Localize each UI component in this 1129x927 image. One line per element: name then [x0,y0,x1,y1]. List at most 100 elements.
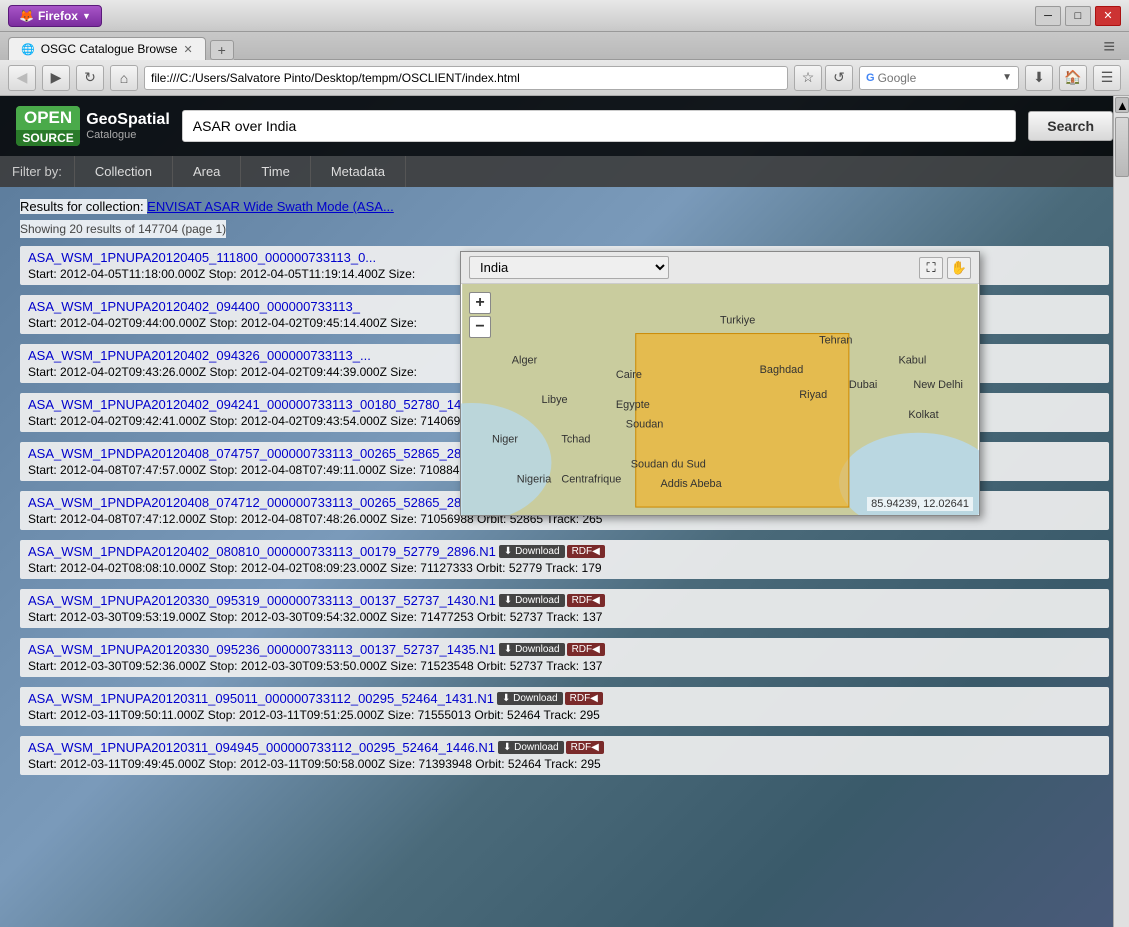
map-icon-controls: ⛶ ✋ [919,257,971,279]
size-label: Size: [389,267,416,281]
download-badge-10[interactable]: ⬇ Download [497,692,563,705]
map-zoom-in-button[interactable]: + [469,292,491,314]
result-link-1[interactable]: ASA_WSM_1PNUPA20120405_111800_0000007331… [28,250,376,265]
tab-favicon: 🌐 [21,43,35,56]
svg-text:Soudan: Soudan [626,419,664,431]
svg-text:Addis Abeba: Addis Abeba [661,478,723,490]
stop-label: Stop: [209,267,240,281]
result-link-7[interactable]: ASA_WSM_1PNDPA20120402_080810_0000007331… [28,544,496,559]
download-badge-7[interactable]: ⬇ Download [499,545,565,558]
svg-text:Egypte: Egypte [616,399,650,411]
map-zoom-out-button[interactable]: − [469,316,491,338]
collection-link[interactable]: ENVISAT ASAR Wide Swath Mode (ASA... [147,199,394,214]
firefox-logo: 🦊 [19,9,34,23]
reload-button[interactable]: ↻ [76,65,104,91]
rdf-badge-10[interactable]: RDF◀ [565,692,603,705]
home-button[interactable]: ⌂ [110,65,138,91]
refresh-button[interactable]: ↺ [825,65,853,91]
stop-label-2: Stop: [209,316,240,330]
menu-button[interactable]: ☰ [1093,65,1121,91]
result-link-8[interactable]: ASA_WSM_1PNUPA20120330_095319_0000007331… [28,593,496,608]
result-link-2[interactable]: ASA_WSM_1PNUPA20120402_094400_0000007331… [28,299,360,314]
svg-text:Tehran: Tehran [819,334,852,346]
downloads-button[interactable]: ⬇ [1025,65,1053,91]
site-header: OPEN SOURCE GeoSpatial Catalogue Search [0,96,1129,156]
result-link-6[interactable]: ASA_WSM_1PNDPA20120408_074712_0000007331… [28,495,496,510]
map-header: India ⛶ ✋ [461,252,979,284]
svg-text:Caire: Caire [616,369,642,381]
google-icon: G [866,72,875,84]
result-link-4[interactable]: ASA_WSM_1PNUPA20120402_094241_0000007331… [28,397,496,412]
map-fullscreen-button[interactable]: ⛶ [919,257,943,279]
svg-text:Tchad: Tchad [561,434,590,446]
result-link-9[interactable]: ASA_WSM_1PNUPA20120330_095236_0000007331… [28,642,496,657]
scroll-up-button[interactable]: ▲ [1115,97,1129,113]
tab-list-button[interactable]: ≡ [1097,36,1121,60]
browser-search-input[interactable] [878,71,1003,85]
svg-text:Baghdad: Baghdad [760,364,804,376]
firefox-menu-button[interactable]: 🦊 Firefox ▼ [8,5,102,27]
svg-text:Soudan du Sud: Soudan du Sud [631,458,706,470]
filter-area-tab[interactable]: Area [173,156,241,187]
download-badge-8[interactable]: ⬇ Download [499,594,565,607]
result-link-10[interactable]: ASA_WSM_1PNUPA20120311_095011_0000007331… [28,691,494,706]
bookmark-button[interactable]: ☆ [794,65,822,91]
map-svg: Turkiye Tehran Baghdad Riyad Dubai Kabul… [461,284,979,515]
page: OPEN SOURCE GeoSpatial Catalogue Search … [0,96,1129,927]
main-search-input[interactable] [182,110,1017,142]
main-search-button[interactable]: Search [1028,111,1113,141]
map-overlay: India ⛶ ✋ [460,251,980,516]
results-prefix: Results for collection: [20,199,147,214]
filter-collection-tab[interactable]: Collection [75,156,173,187]
download-badge-9[interactable]: ⬇ Download [499,643,565,656]
result-meta-7: Start: 2012-04-02T08:08:10.000Z Stop: 20… [28,561,1101,575]
tab-bar: 🌐 OSGC Catalogue Browse ✕ + ≡ [0,32,1129,60]
scroll-thumb[interactable] [1115,117,1129,177]
list-item: ASA_WSM_1PNUPA20120311_095011_0000007331… [20,687,1109,726]
size-label-3: Size: [390,365,417,379]
logo-open: OPEN [16,106,80,130]
site-logo: OPEN SOURCE GeoSpatial Catalogue [16,106,170,146]
map-coordinates: 85.94239, 12.02641 [867,497,973,511]
svg-text:Turkiye: Turkiye [720,315,755,327]
size-label-2: Size: [390,316,417,330]
download-badge-11[interactable]: ⬇ Download [498,741,564,754]
back-button[interactable]: ◀ [8,65,36,91]
start-val-2: 2012-04-02T09:44:00.000Z [60,316,206,330]
home-nav-button[interactable]: 🏠 [1059,65,1087,91]
close-button[interactable]: ✕ [1095,6,1121,26]
result-meta-10: Start: 2012-03-11T09:50:11.000Z Stop: 20… [28,708,1101,722]
new-tab-button[interactable]: + [210,40,234,60]
result-link-3[interactable]: ASA_WSM_1PNUPA20120402_094326_0000007331… [28,348,371,363]
svg-text:Kolkat: Kolkat [908,409,938,421]
result-meta-8: Start: 2012-03-30T09:53:19.000Z Stop: 20… [28,610,1101,624]
minimize-button[interactable]: ─ [1035,6,1061,26]
result-link-11[interactable]: ASA_WSM_1PNUPA20120311_094945_0000007331… [28,740,495,755]
stop-val-3: 2012-04-02T09:44:39.000Z [241,365,387,379]
filter-bar: Filter by: Collection Area Time Metadata [0,156,1129,187]
tab-close-button[interactable]: ✕ [183,43,192,56]
logo-geospatial: GeoSpatial [86,111,170,129]
map-pointer-button[interactable]: ✋ [947,257,971,279]
browser-search-bar: G ▼ [859,66,1019,90]
scrollbar[interactable]: ▲ [1113,96,1129,927]
rdf-badge-8[interactable]: RDF◀ [567,594,605,607]
rdf-badge-11[interactable]: RDF◀ [566,741,604,754]
maximize-button[interactable]: □ [1065,6,1091,26]
address-bar[interactable] [144,66,788,90]
filter-metadata-tab[interactable]: Metadata [311,156,406,187]
filter-label: Filter by: [0,156,75,187]
region-selector[interactable]: India [469,256,669,279]
result-link-5[interactable]: ASA_WSM_1PNDPA20120408_074757_0000007331… [28,446,496,461]
filter-time-tab[interactable]: Time [241,156,310,187]
svg-text:Kabul: Kabul [898,354,926,366]
stop-val-2: 2012-04-02T09:45:14.400Z [241,316,387,330]
results-count: Showing 20 results of 147704 (page 1) [20,220,226,238]
svg-text:Centrafrique: Centrafrique [561,473,621,485]
rdf-badge-7[interactable]: RDF◀ [567,545,605,558]
active-tab[interactable]: 🌐 OSGC Catalogue Browse ✕ [8,37,206,60]
forward-button[interactable]: ▶ [42,65,70,91]
rdf-badge-9[interactable]: RDF◀ [567,643,605,656]
start-val-1: 2012-04-05T11:18:00.000Z [60,267,205,281]
nav-bar: ◀ ▶ ↻ ⌂ ☆ ↺ G ▼ ⬇ 🏠 ☰ [0,60,1129,96]
